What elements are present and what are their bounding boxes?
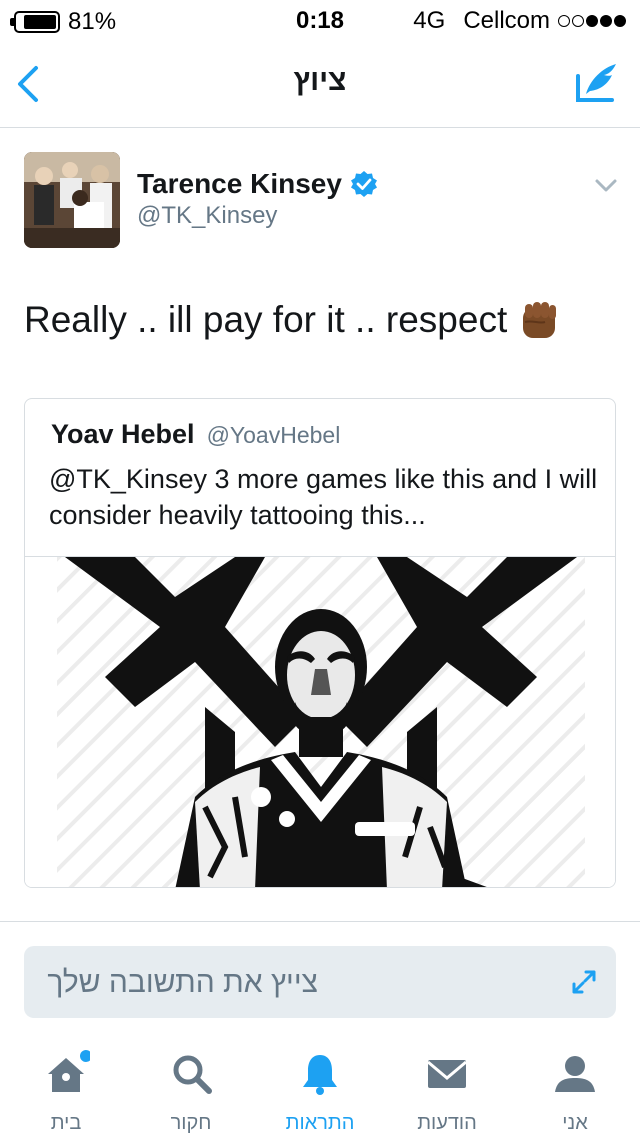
reply-bar: צייץ את התשובה שלך	[0, 921, 640, 1036]
tab-messages[interactable]: הודעות	[397, 1050, 497, 1134]
reply-input[interactable]: צייץ את התשובה שלך	[24, 946, 616, 1018]
network-type: 4G	[413, 7, 446, 34]
envelope-icon	[427, 1060, 467, 1088]
search-icon	[173, 1055, 212, 1094]
fist-emoji-icon	[523, 302, 557, 338]
bell-icon	[303, 1055, 337, 1095]
tweet-timestamp-clipped	[24, 912, 224, 920]
author-avatar[interactable]	[24, 152, 120, 248]
page-title: ציוץ	[293, 64, 347, 97]
quoted-author-handle: @YoavHebel	[206, 422, 341, 448]
carrier-info: 4G Cellcom	[395, 7, 626, 35]
compose-tweet-icon[interactable]	[574, 60, 618, 104]
navigation-bar: ציוץ	[0, 40, 640, 128]
author-handle[interactable]: @TK_Kinsey	[137, 202, 277, 230]
tab-me[interactable]: אני	[525, 1050, 625, 1134]
person-icon	[555, 1056, 595, 1092]
quoted-tweet-card[interactable]: Yoav Hebel @YoavHebel @TK_Kinsey 3 more …	[24, 398, 616, 888]
tweet-text: Really .. ill pay for it .. respect	[24, 298, 561, 342]
reply-placeholder: צייץ את התשובה שלך	[47, 966, 318, 999]
author-name-text: Tarence Kinsey	[137, 168, 342, 199]
quoted-tweet-image[interactable]	[25, 556, 615, 887]
tweet-text-body: Really .. ill pay for it .. respect	[24, 299, 508, 340]
tab-label: התראות	[285, 1112, 355, 1134]
tab-label: אני	[562, 1112, 588, 1134]
tab-explore[interactable]: חקור	[141, 1050, 241, 1134]
chevron-down-icon[interactable]	[594, 176, 618, 196]
quoted-author-name: Yoav Hebel	[51, 419, 195, 449]
tab-label: הודעות	[417, 1112, 477, 1134]
tab-bar: בית חקור התראות הודעות אני	[0, 1036, 640, 1136]
quoted-tweet-header: Yoav Hebel @YoavHebel	[51, 419, 340, 450]
tab-label: חקור	[170, 1112, 212, 1134]
tattoo-artwork-image-icon	[25, 557, 615, 887]
home-icon	[48, 1050, 90, 1092]
author-name[interactable]: Tarence Kinsey	[137, 168, 378, 200]
status-bar: 81% 0:18 4G Cellcom	[0, 0, 640, 40]
tab-home[interactable]: בית	[16, 1050, 116, 1134]
quoted-tweet-text: @TK_Kinsey 3 more games like this and I …	[49, 464, 598, 530]
tab-label: בית	[50, 1112, 82, 1134]
carrier-name: Cellcom	[463, 7, 550, 34]
avatar-photo-icon	[24, 152, 120, 248]
verified-badge-icon	[350, 171, 377, 197]
signal-strength-icon	[556, 15, 626, 27]
tab-notifications[interactable]: התראות	[270, 1050, 370, 1134]
expand-icon[interactable]	[570, 968, 598, 996]
